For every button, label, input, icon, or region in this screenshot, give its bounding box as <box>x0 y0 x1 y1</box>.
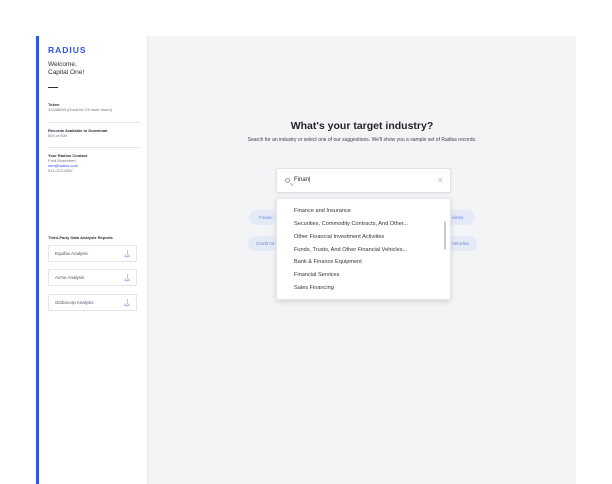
page-subtitle: Search for an industry or select one of … <box>247 137 477 143</box>
welcome-line-2: Capital One! <box>48 69 85 76</box>
report-card-equifax[interactable]: Equifax Analysis <box>48 245 137 262</box>
download-icon[interactable] <box>124 250 130 257</box>
sidebar: RADIUS Welcome, Capital One! Token 12348… <box>39 36 148 484</box>
records-value: 500 of 500 <box>48 133 67 138</box>
dropdown-option[interactable]: Finance and Insurance <box>294 208 351 214</box>
dropdown-option[interactable]: Other Financial Investment Activities <box>294 234 384 240</box>
welcome-line-1: Welcome, <box>48 61 77 68</box>
radius-logo[interactable]: RADIUS <box>48 45 87 55</box>
dropdown-option[interactable]: Funds, Trusts, And Other Financial Vehic… <box>294 247 407 253</box>
clear-icon[interactable]: × <box>438 176 443 185</box>
report-label: Globocorp Analysis <box>55 300 94 305</box>
suggestion-chip[interactable]: Credit Int <box>248 236 278 251</box>
token-block: Token 12348694 (Good for 23 more hours) <box>48 102 112 112</box>
dropdown-option[interactable]: Sales Financing <box>294 285 334 291</box>
download-icon[interactable] <box>124 299 130 306</box>
suggestion-dropdown: Finance and Insurance Securities, Commod… <box>276 198 451 300</box>
divider <box>48 147 139 148</box>
suggestion-chip[interactable]: Vehicles <box>447 236 477 251</box>
suggestion-chip[interactable]: Financ <box>249 210 277 225</box>
welcome-message: Welcome, Capital One! <box>48 61 84 77</box>
search-icon <box>285 178 290 183</box>
report-card-globocorp[interactable]: Globocorp Analysis <box>48 294 137 311</box>
industry-search-box[interactable]: Finan| × <box>276 168 451 193</box>
report-card-acme[interactable]: Acme Analysis <box>48 269 137 286</box>
records-block: Records Available to Download 500 of 500 <box>48 128 108 138</box>
report-label: Equifax Analysis <box>55 251 88 256</box>
industry-search-input[interactable]: Finan| <box>294 177 311 183</box>
dropdown-option[interactable]: Securities, Commodity Contracts, And Oth… <box>294 221 408 227</box>
token-value: 12348694 (Good for 23 more hours) <box>48 107 113 112</box>
contact-phone: 513-123-4567 <box>48 168 73 173</box>
page-title: What's your target industry? <box>290 120 434 132</box>
dropdown-option[interactable]: Bank & Finance Equipment <box>294 259 362 265</box>
dropdown-option[interactable]: Financial Services <box>294 272 339 278</box>
download-icon[interactable] <box>124 274 130 281</box>
report-label: Acme Analysis <box>55 275 85 280</box>
welcome-underline <box>48 87 58 88</box>
suggestion-chip[interactable]: ivities <box>447 210 475 225</box>
dropdown-scrollbar[interactable] <box>444 221 446 250</box>
reports-title: Third-Party Data Analysis Reports <box>48 235 113 240</box>
divider <box>48 122 139 123</box>
contact-block: Your Radius Contact Fred Rosenbert ven@r… <box>48 153 87 173</box>
